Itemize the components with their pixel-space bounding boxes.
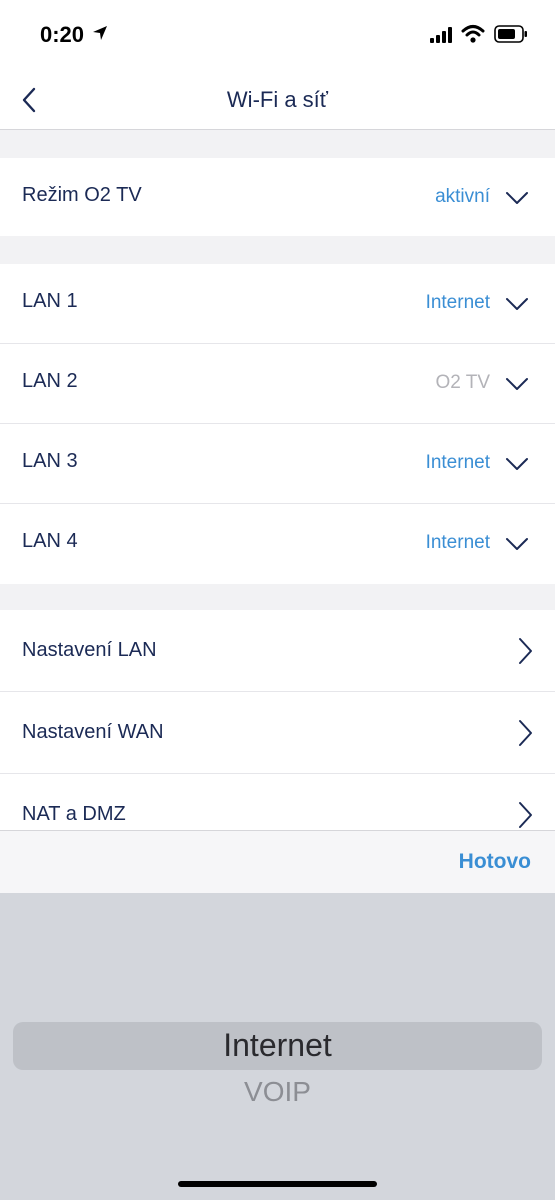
chevron-down-icon: [506, 378, 528, 390]
lan-port-row[interactable]: LAN 4 Internet: [0, 504, 555, 584]
chevron-down-icon: [506, 298, 528, 310]
settings-row-nat-dmz[interactable]: NAT a DMZ: [0, 774, 555, 830]
navigation-bar: Wi-Fi a síť: [0, 70, 555, 130]
page-title: Wi-Fi a síť: [226, 87, 329, 112]
settings-section: Nastavení LAN Nastavení WAN NAT a DMZ: [0, 610, 555, 830]
tv-mode-value: aktivní: [435, 186, 490, 207]
chevron-right-icon: [519, 802, 532, 828]
wifi-icon: [461, 25, 485, 43]
picker-wheel[interactable]: Internet VOIP: [0, 893, 555, 1200]
status-time: 0:20: [40, 22, 85, 47]
picker-toolbar: Hotovo: [0, 830, 555, 893]
chevron-down-icon: [506, 458, 528, 470]
chevron-down-icon: [506, 538, 528, 550]
lan-port-label: LAN 1: [22, 290, 78, 312]
lan-port-label: LAN 2: [22, 370, 78, 392]
lan-port-value: Internet: [425, 532, 490, 553]
lan-port-label: LAN 4: [22, 530, 78, 552]
picker-option-selected[interactable]: Internet: [0, 1027, 555, 1064]
lan-port-row[interactable]: LAN 3 Internet: [0, 424, 555, 504]
settings-row-lan[interactable]: Nastavení LAN: [0, 610, 555, 692]
settings-row-label: Nastavení WAN: [22, 721, 164, 743]
lan-port-value: Internet: [425, 292, 490, 313]
cellular-signal-icon: [430, 27, 452, 43]
lan-ports-section: LAN 1 Internet LAN 2 O2 TV LAN 3 Interne…: [0, 264, 555, 584]
battery-icon: [494, 25, 527, 43]
done-button[interactable]: Hotovo: [459, 850, 531, 874]
location-arrow-icon: [93, 26, 107, 40]
settings-row-wan[interactable]: Nastavení WAN: [0, 692, 555, 774]
picker-option[interactable]: VOIP: [0, 1076, 555, 1108]
lan-port-value: O2 TV: [435, 372, 490, 393]
settings-row-label: Nastavení LAN: [22, 639, 157, 661]
lan-port-value: Internet: [425, 452, 490, 473]
chevron-right-icon: [519, 720, 532, 746]
tv-mode-label: Režim O2 TV: [22, 184, 142, 206]
tv-mode-section: Režim O2 TV aktivní: [0, 158, 555, 236]
chevron-right-icon: [519, 638, 532, 664]
lan-port-row[interactable]: LAN 2 O2 TV: [0, 344, 555, 424]
lan-port-label: LAN 3: [22, 450, 78, 472]
home-indicator: [178, 1181, 377, 1187]
tv-mode-row[interactable]: Režim O2 TV aktivní: [0, 158, 555, 236]
settings-row-label: NAT a DMZ: [22, 803, 126, 825]
status-bar: 0:20: [0, 0, 555, 70]
chevron-down-icon: [506, 192, 528, 204]
lan-port-row[interactable]: LAN 1 Internet: [0, 264, 555, 344]
